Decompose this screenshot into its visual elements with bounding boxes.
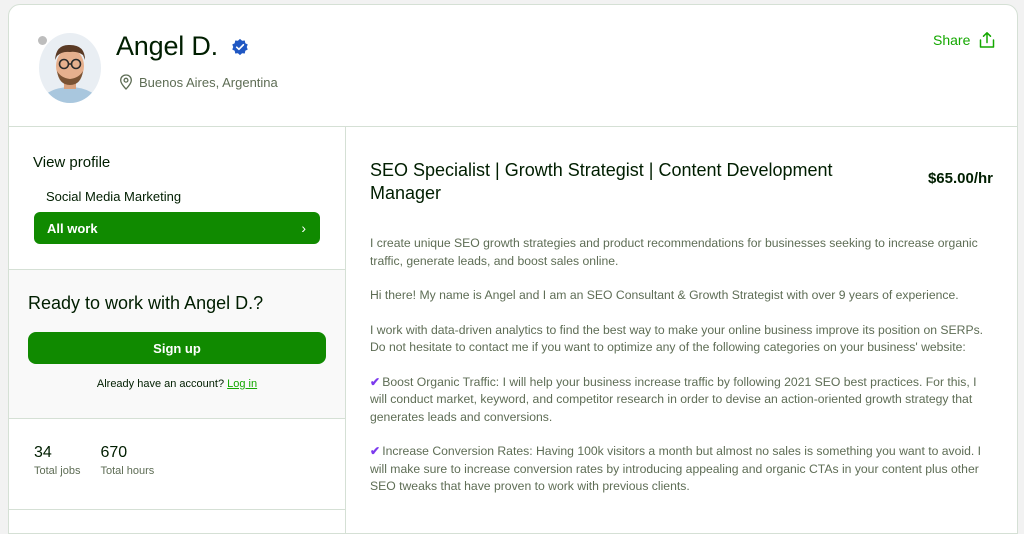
avatar[interactable]	[39, 33, 101, 103]
bullet-text: Boost Organic Traffic: I will help your …	[370, 374, 977, 424]
share-label: Share	[933, 32, 971, 48]
job-title: SEO Specialist | Growth Strategist | Con…	[370, 160, 833, 203]
already-have-account: Already have an account? Log in	[9, 378, 345, 390]
stats: 34 Total jobs 670 Total hours	[34, 444, 154, 477]
share-icon	[980, 32, 995, 48]
share-button[interactable]: Share	[933, 31, 996, 49]
signup-button[interactable]: Sign up	[28, 332, 326, 364]
overview-paragraph-bullet: ✔ Boost Organic Traffic: I will help your…	[370, 374, 990, 427]
overview-paragraph: Hi there! My name is Angel and I am an S…	[370, 288, 959, 302]
already-text: Already have an account?	[96, 378, 225, 390]
overview-text: I create unique SEO growth strategies an…	[370, 235, 990, 513]
checkmark-icon: ✔	[370, 444, 381, 458]
stat-total-jobs: 34 Total jobs	[34, 444, 80, 477]
signup-panel: Ready to work with Angel D.? Sign up Alr…	[9, 269, 345, 419]
chevron-right-icon: ›	[301, 220, 306, 236]
stat-total-hours: 670 Total hours	[100, 444, 154, 477]
checkmark-icon: ✔	[370, 374, 381, 389]
verified-badge-icon	[232, 38, 248, 56]
location: Buenos Aires, Argentina	[119, 74, 278, 90]
stat-value: 34	[34, 444, 52, 461]
online-status-dot	[38, 36, 47, 45]
location-pin-icon	[120, 74, 132, 90]
all-work-label: All work	[47, 220, 98, 236]
all-work-button[interactable]: All work ›	[34, 212, 320, 244]
sidebar: View profile Social Media Marketing All …	[9, 127, 346, 533]
login-link[interactable]: Log in	[227, 378, 257, 390]
overview-paragraph: I work with data-driven analytics to fin…	[370, 322, 984, 355]
ready-heading: Ready to work with Angel D.?	[28, 293, 264, 313]
location-text: Buenos Aires, Argentina	[139, 74, 278, 90]
sidebar-item-social-media-marketing[interactable]: Social Media Marketing	[46, 189, 181, 204]
stat-label: Total jobs	[34, 465, 81, 477]
view-profile-heading: View profile	[33, 154, 111, 171]
overview-paragraph: I create unique SEO growth strategies an…	[370, 236, 978, 268]
hourly-rate: $65.00/hr	[927, 170, 993, 187]
stat-label: Total hours	[100, 465, 155, 477]
profile-name: Angel D.	[116, 31, 218, 61]
bullet-text: Increase Conversion Rates: Having 100k v…	[370, 444, 982, 493]
profile-header: Angel D. Buenos Aires, Argentina Share	[9, 5, 1017, 127]
overview-paragraph-bullet: ✔ Increase Conversion Rates: Having 100k …	[370, 443, 990, 496]
profile-card: Angel D. Buenos Aires, Argentina Share V…	[8, 4, 1018, 534]
main-content: SEO Specialist | Growth Strategist | Con…	[346, 127, 1017, 533]
divider	[9, 509, 345, 510]
stat-value: 670	[100, 444, 128, 461]
